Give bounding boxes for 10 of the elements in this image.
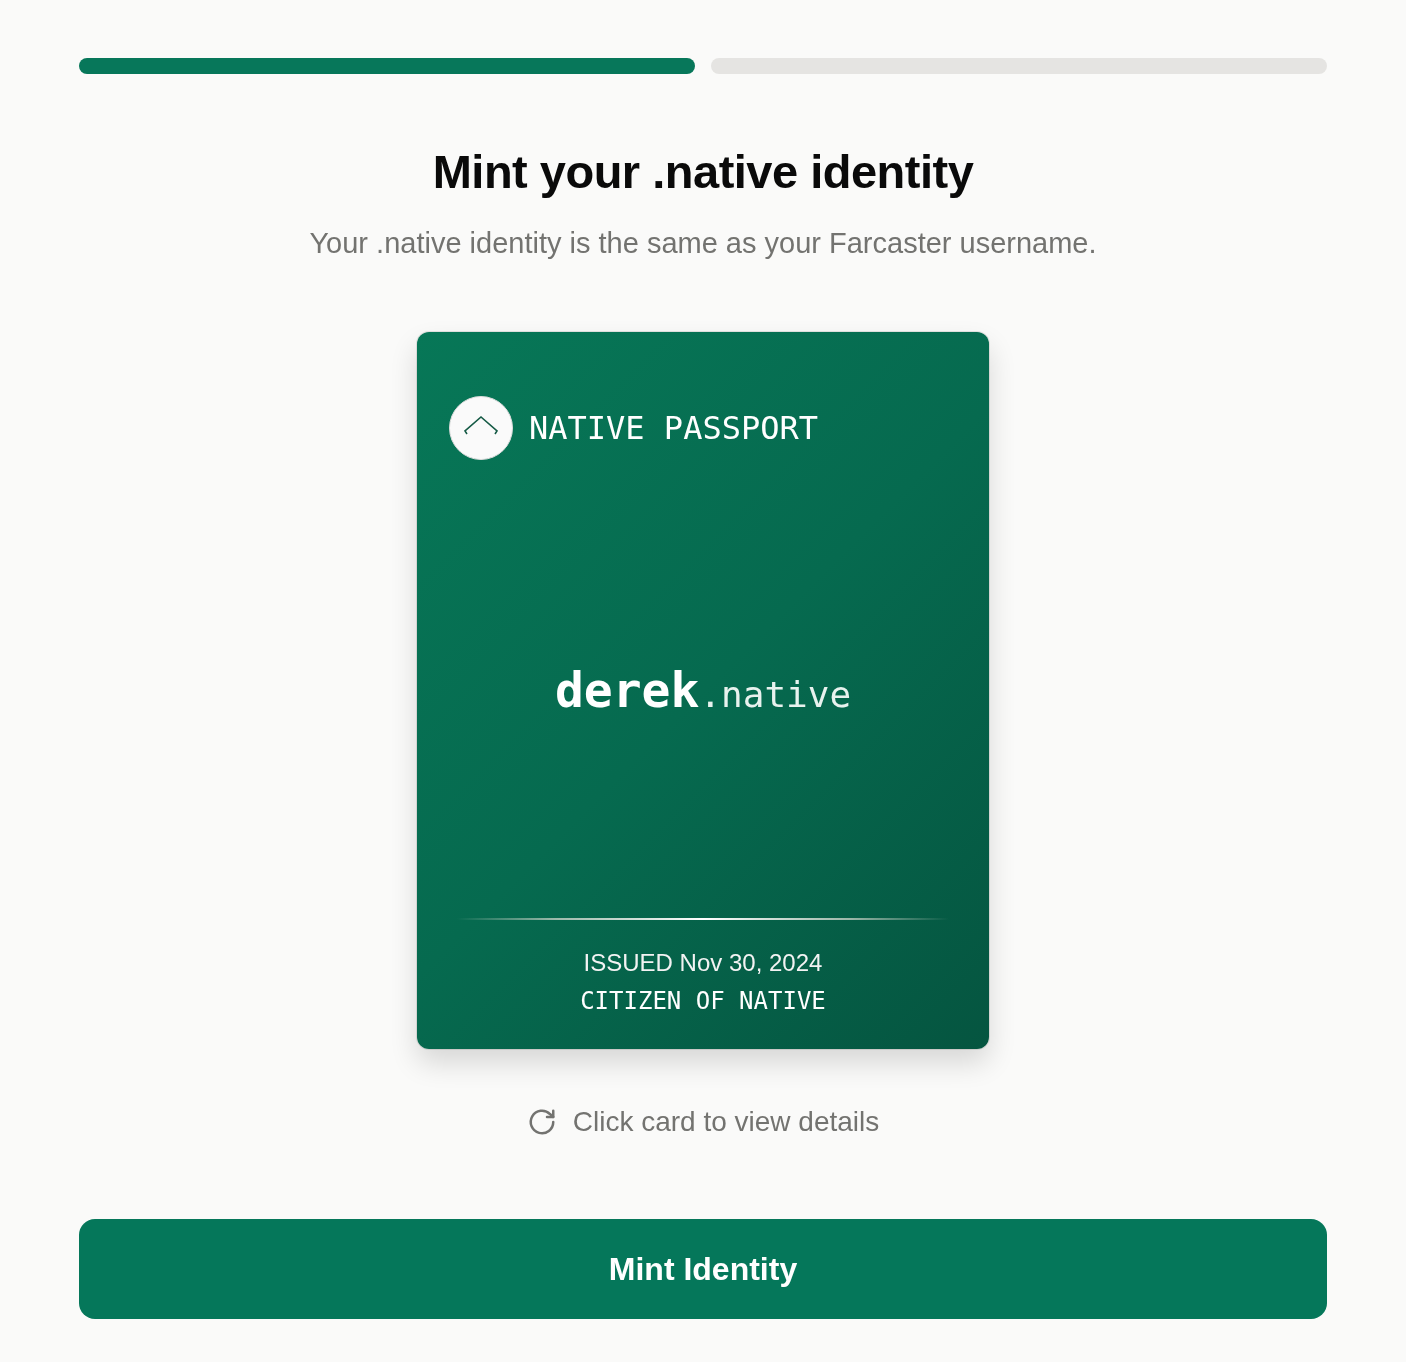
passport-name: derek.native bbox=[553, 666, 853, 715]
card-hint: Click card to view details bbox=[572, 1105, 880, 1140]
passport-card[interactable]: NATIVE PASSPORT derek.native ISSUED Nov 30, 2024 CITIZEN OF NATIVE bbox=[417, 332, 989, 1050]
mint-identity-button[interactable]: Mint Identity bbox=[79, 1219, 1327, 1320]
page-subtitle: Your .native identity is the same as your Farcaster username. bbox=[308, 226, 1098, 262]
page-heading: Mint your .native identity bbox=[431, 144, 975, 200]
issued-date: ISSUED Nov 30, 2024 bbox=[583, 951, 823, 976]
citizenship-label: CITIZEN OF NATIVE bbox=[580, 989, 826, 1014]
passport-title: NATIVE PASSPORT bbox=[529, 412, 818, 445]
chevron-badge-icon bbox=[449, 396, 513, 461]
